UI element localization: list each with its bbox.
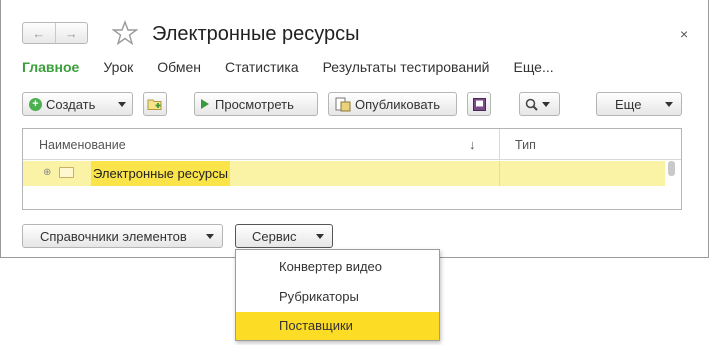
create-button-label: Создать xyxy=(46,96,96,112)
resources-table: Наименование ↓ Тип ⊕ Электронные ресурсы xyxy=(22,128,682,210)
play-icon xyxy=(201,99,209,109)
more-button[interactable]: Еще xyxy=(596,92,682,116)
sort-down-icon: ↓ xyxy=(469,137,476,152)
scrollbar-thumb[interactable] xyxy=(668,161,675,176)
back-button[interactable]: ← xyxy=(23,23,55,43)
tab-lesson[interactable]: Урок xyxy=(103,59,133,75)
column-divider xyxy=(499,129,500,159)
service-button[interactable]: Сервис xyxy=(235,224,333,248)
book-icon xyxy=(472,97,486,111)
report-button[interactable] xyxy=(467,92,491,116)
favorite-star-icon[interactable] xyxy=(112,20,138,46)
chevron-down-icon xyxy=(542,101,550,107)
add-folder-icon xyxy=(147,99,162,110)
create-button[interactable]: + Создать xyxy=(22,92,133,116)
chevron-down-icon xyxy=(206,233,214,239)
menu-item-suppliers[interactable]: Поставщики xyxy=(236,312,439,340)
publish-button-label: Опубликовать xyxy=(355,96,441,112)
service-button-label: Сервис xyxy=(252,228,297,244)
forward-button[interactable]: → xyxy=(54,23,88,43)
expand-icon[interactable]: ⊕ xyxy=(43,167,51,178)
menu-item-video-converter[interactable]: Конвертер видео xyxy=(236,253,439,281)
tab-exchange[interactable]: Обмен xyxy=(157,59,201,75)
more-button-label: Еще xyxy=(615,96,642,112)
page-title: Электронные ресурсы xyxy=(152,23,360,45)
table-row[interactable]: ⊕ Электронные ресурсы xyxy=(23,161,665,186)
menu-item-rubricators[interactable]: Рубрикаторы xyxy=(236,283,439,311)
column-header-name[interactable]: Наименование xyxy=(39,138,126,152)
publish-icon xyxy=(335,97,351,111)
tab-test-results[interactable]: Результаты тестирований xyxy=(323,59,490,75)
add-icon: + xyxy=(29,97,42,111)
view-button-label: Просмотреть xyxy=(215,96,294,112)
column-header-type[interactable]: Тип xyxy=(515,138,536,152)
folder-icon xyxy=(59,167,74,178)
toolbar: + Создать Просмотреть Опубликовать Еще xyxy=(0,92,711,118)
chevron-down-icon xyxy=(665,101,673,107)
tab-more[interactable]: Еще... xyxy=(513,59,553,75)
section-tabs: Главное Урок Обмен Статистика Результаты… xyxy=(22,59,578,75)
table-header: Наименование ↓ Тип xyxy=(23,129,681,160)
references-button[interactable]: Справочники элементов xyxy=(22,224,223,248)
chevron-down-icon xyxy=(316,233,324,239)
create-folder-button[interactable] xyxy=(143,92,167,116)
service-dropdown-menu: Конвертер видео Рубрикаторы Поставщики xyxy=(235,249,440,341)
title-bar: ← → Электронные ресурсы × xyxy=(0,0,711,52)
column-divider xyxy=(499,161,500,186)
search-icon xyxy=(525,98,538,111)
publish-button[interactable]: Опубликовать xyxy=(328,92,457,116)
view-button[interactable]: Просмотреть xyxy=(194,92,318,116)
search-button[interactable] xyxy=(519,92,560,116)
references-button-label: Справочники элементов xyxy=(40,228,187,244)
close-icon[interactable]: × xyxy=(680,26,688,42)
tab-statistics[interactable]: Статистика xyxy=(225,59,299,75)
chevron-down-icon xyxy=(118,101,126,107)
nav-buttons: ← → xyxy=(22,22,88,44)
tab-main[interactable]: Главное xyxy=(22,59,79,75)
row-name: Электронные ресурсы xyxy=(91,161,230,186)
